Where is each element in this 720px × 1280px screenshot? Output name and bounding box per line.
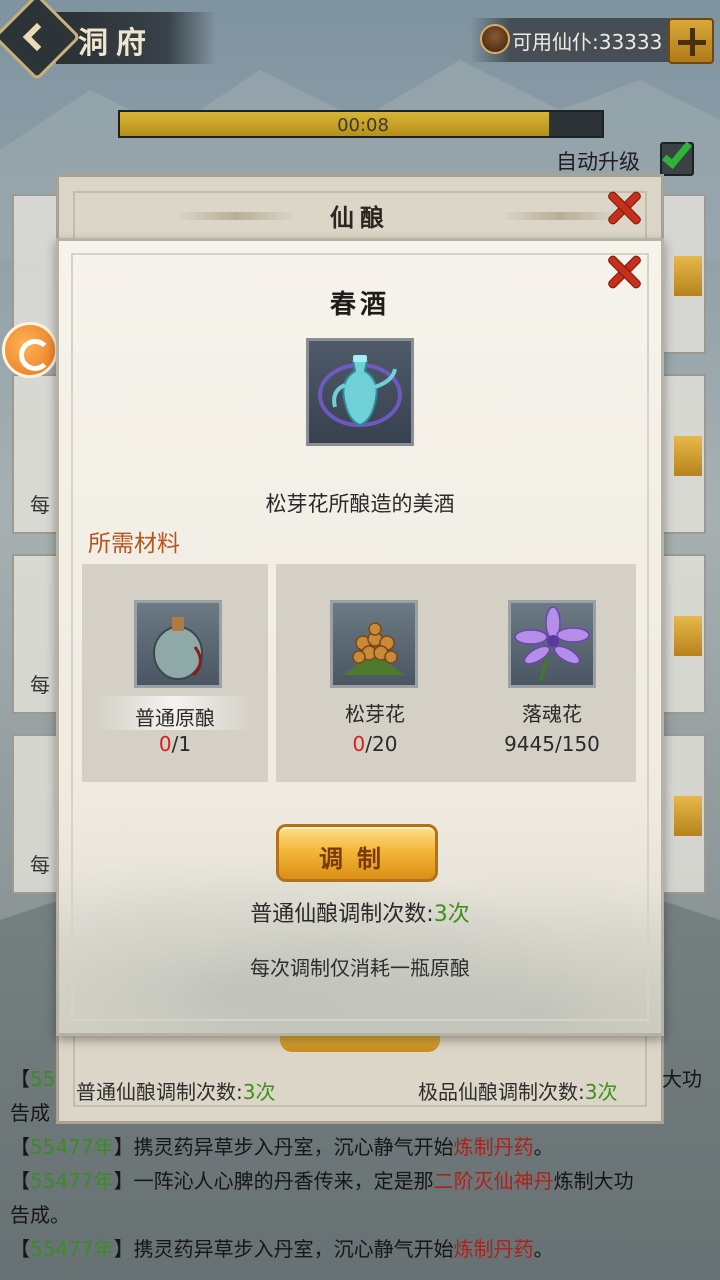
material-name: 松芽花 <box>345 702 405 726</box>
wine-ewer-icon <box>306 338 414 446</box>
resource-counter: 可用仙仆:33333 <box>512 30 663 54</box>
arrow-right-icon[interactable] <box>674 616 702 656</box>
log-highlight: 炼制丹药 <box>453 1237 534 1261</box>
card-label: 每 <box>30 673 50 697</box>
chevron-left-icon <box>22 22 52 52</box>
log-end: 炼制大功 <box>553 1169 634 1193</box>
recipe-title: 春酒 <box>329 290 390 320</box>
floating-assistant-icon[interactable] <box>2 322 58 378</box>
material-count: 9445/150 <box>472 732 632 756</box>
log-line: 【55477年】携灵药异草步入丹室，沉心静气开始炼制丹药。 <box>10 1130 710 1164</box>
log-line: 【55477年】一阵沁人心脾的丹香传来，定是那二阶灭仙神丹炼制大功 <box>10 1164 710 1198</box>
log-highlight: 炼制丹药 <box>453 1135 534 1159</box>
log-end: 。 <box>533 1237 554 1261</box>
material-need: /1 <box>171 732 192 756</box>
log-year: 55477年 <box>30 1169 114 1193</box>
material-name: 普通原酿 <box>135 706 215 730</box>
page-title: 洞府 <box>78 26 154 61</box>
log-year: 55477年 <box>30 1237 114 1261</box>
arrow-right-icon[interactable] <box>674 436 702 476</box>
auto-upgrade-checkbox[interactable] <box>660 137 694 176</box>
brew-count: 普通仙酿调制次数:3次 <box>0 896 720 928</box>
upgrade-progress-bar: 00:08 <box>118 110 604 138</box>
close-icon[interactable] <box>606 190 642 226</box>
recipe-description: 松芽花所酿造的美酒 <box>265 492 455 516</box>
material-have: 0 <box>352 732 366 756</box>
card-label: 每 <box>30 853 50 877</box>
material-have: 9445 <box>504 732 555 756</box>
servant-icon <box>480 24 510 54</box>
log-highlight: 二阶灭仙神丹 <box>433 1169 554 1193</box>
log-bracket: 【 <box>10 1237 30 1261</box>
material-count: 0/1 <box>82 732 268 756</box>
pine-bud-flower-icon[interactable] <box>330 600 418 688</box>
purple-flower-icon[interactable] <box>508 600 596 688</box>
brew-count-value: 3次 <box>433 902 470 927</box>
brew-note: 每次调制仅消耗一瓶原酿 <box>250 956 470 980</box>
brew-button[interactable]: 调制 <box>276 824 438 882</box>
log-line: 【55477年】携灵药异草步入丹室，沉心静气开始炼制丹药。 <box>10 1232 710 1266</box>
log-year: 55 <box>30 1067 56 1091</box>
log-text: 】携灵药异草步入丹室，沉心静气开始 <box>113 1237 454 1261</box>
material-need: /150 <box>554 732 600 756</box>
log-text: 】携灵药异草步入丹室，沉心静气开始 <box>113 1135 454 1159</box>
log-text: 】一阵沁人心脾的丹香传来，定是那 <box>113 1169 434 1193</box>
gourd-jar-icon[interactable] <box>134 600 222 688</box>
checkmark-icon <box>661 137 693 169</box>
log-year: 55477年 <box>30 1135 114 1159</box>
material-name: 落魂花 <box>522 702 582 726</box>
top-bar: 洞府 可用仙仆:33333 <box>0 0 720 81</box>
brew-button-label: 调制 <box>319 845 395 873</box>
arrow-right-icon[interactable] <box>674 796 702 836</box>
materials-header: 所需材料 <box>88 531 180 557</box>
material-count: 0/20 <box>300 732 450 756</box>
log-line: 告成。 <box>10 1203 70 1227</box>
log-line: 告成 <box>10 1101 50 1125</box>
log-line: 【55 大功 <box>10 1062 710 1096</box>
log-bracket: 【 <box>10 1067 30 1091</box>
progress-timer: 00:08 <box>337 115 389 136</box>
event-log: 【55 大功 告成 【55477年】携灵药异草步入丹室，沉心静气开始炼制丹药。 【… <box>10 1062 710 1266</box>
auto-upgrade-label: 自动升级 <box>556 150 640 174</box>
log-fragment: 大功 <box>662 1067 702 1091</box>
log-end: 。 <box>533 1135 554 1159</box>
log-bracket: 【 <box>10 1169 30 1193</box>
material-have: 0 <box>158 732 172 756</box>
brew-count-label: 普通仙酿调制次数: <box>250 902 434 927</box>
log-bracket: 【 <box>10 1135 30 1159</box>
add-resource-button[interactable] <box>668 18 714 64</box>
material-need: /20 <box>365 732 398 756</box>
